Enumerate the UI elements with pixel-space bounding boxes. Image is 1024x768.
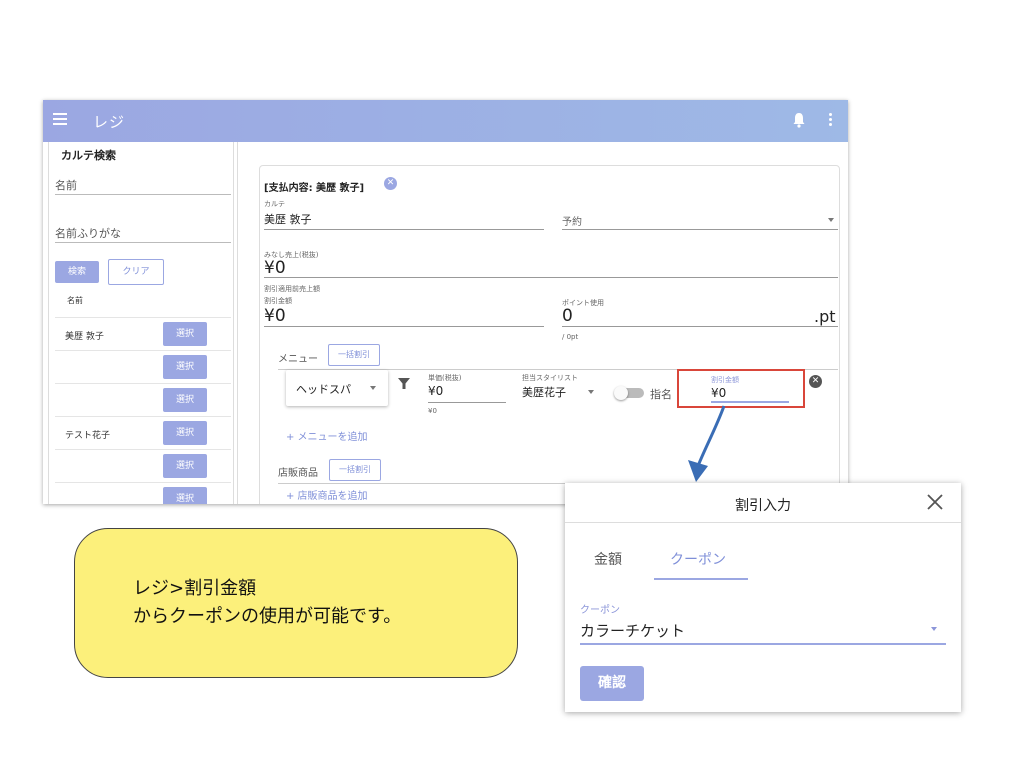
active-tab-indicator bbox=[654, 578, 748, 580]
unit-price-hint: ¥0 bbox=[428, 407, 437, 415]
discount-field[interactable]: ¥0 bbox=[264, 306, 544, 327]
reservation-label: 予約 bbox=[562, 217, 582, 228]
chevron-down-icon bbox=[828, 218, 834, 222]
remove-menu-icon[interactable]: ✕ bbox=[809, 375, 822, 388]
row-discount-label: 割引金額 bbox=[711, 376, 739, 384]
payment-main-area: [支払内容: 美歴 敦子] ✕ カルテ 美歴 敦子 予約 みなし売上(税抜) ¥… bbox=[237, 142, 848, 504]
customer-name: 美歴 敦子 bbox=[65, 332, 104, 342]
name-input[interactable]: 名前 bbox=[55, 173, 231, 195]
select-button[interactable]: 選択 bbox=[163, 355, 207, 379]
toggle-knob bbox=[614, 386, 628, 400]
search-button[interactable]: 検索 bbox=[55, 261, 99, 283]
points-value: 0 bbox=[562, 306, 573, 326]
menu-section-label: メニュー bbox=[278, 354, 318, 365]
reservation-select[interactable]: 予約 bbox=[562, 208, 838, 230]
karte-value: 美歴 敦子 bbox=[264, 213, 312, 226]
dialog-title: 割引入力 bbox=[735, 498, 791, 514]
bell-icon[interactable] bbox=[792, 112, 806, 128]
select-button[interactable]: 選択 bbox=[163, 388, 207, 412]
app-bar: レジ bbox=[43, 100, 848, 142]
menu-item-select[interactable]: ヘッドスパ bbox=[286, 370, 388, 406]
nominate-label: 指名 bbox=[650, 388, 672, 401]
more-vert-icon[interactable] bbox=[829, 113, 833, 127]
select-button[interactable]: 選択 bbox=[163, 421, 207, 445]
menu-item-value: ヘッドスパ bbox=[296, 383, 351, 396]
dialog-divider bbox=[565, 522, 961, 523]
filter-icon[interactable] bbox=[398, 378, 410, 390]
coupon-select[interactable]: カラーチケット bbox=[580, 620, 685, 641]
select-button[interactable]: 選択 bbox=[163, 454, 207, 478]
row-discount-value: ¥0 bbox=[711, 386, 727, 400]
coupon-underline bbox=[580, 643, 946, 645]
name-kana-input[interactable]: 名前ふりがな bbox=[55, 221, 231, 243]
minashi-field: ¥0 bbox=[264, 258, 838, 278]
list-item: 選択 bbox=[55, 350, 231, 383]
products-section-label: 店販商品 bbox=[278, 468, 318, 479]
remove-customer-icon[interactable]: ✕ bbox=[384, 177, 397, 190]
products-bulk-discount-button[interactable]: 一括割引 bbox=[329, 459, 381, 481]
row-discount-field[interactable]: ¥0 bbox=[711, 385, 789, 403]
add-menu-link[interactable]: + メニューを追加 bbox=[286, 428, 368, 443]
stylist-label: 担当スタイリスト bbox=[522, 374, 578, 382]
tab-amount[interactable]: 金額 bbox=[594, 549, 622, 569]
clear-button[interactable]: クリア bbox=[108, 259, 164, 285]
points-unit: .pt bbox=[814, 307, 836, 326]
confirm-button[interactable]: 確認 bbox=[580, 666, 644, 701]
minashi-value: ¥0 bbox=[264, 258, 286, 278]
points-hint: / 0pt bbox=[562, 333, 579, 341]
app-title: レジ bbox=[93, 113, 126, 131]
list-item: 選択 bbox=[55, 449, 231, 482]
pre-discount-label: 割引適用前売上額 bbox=[264, 285, 320, 293]
list-item: 選択 bbox=[55, 482, 231, 504]
annotation-callout: レジ>割引金額 からクーポンの使用が可能です。 bbox=[74, 528, 518, 678]
karte-search-sidebar: カルテ検索 名前 名前ふりがな 検索 クリア 名前 美歴 敦子 選択 選択 選択… bbox=[48, 142, 234, 504]
list-header-name: 名前 bbox=[67, 296, 83, 305]
stylist-select[interactable]: 美歴花子 bbox=[522, 384, 602, 400]
discount-value: ¥0 bbox=[264, 306, 286, 326]
payment-header: [支払内容: 美歴 敦子] bbox=[264, 183, 365, 194]
hamburger-menu-icon[interactable] bbox=[53, 113, 67, 129]
unit-price-value: ¥0 bbox=[428, 384, 444, 398]
chevron-down-icon bbox=[588, 390, 594, 394]
select-button[interactable]: 選択 bbox=[163, 322, 207, 346]
stylist-value: 美歴花子 bbox=[522, 386, 566, 399]
list-item: 選択 bbox=[55, 383, 231, 416]
list-item: テスト花子 選択 bbox=[55, 416, 231, 449]
close-icon[interactable] bbox=[925, 492, 945, 512]
discount-input-dialog: 割引入力 金額 クーポン クーポン カラーチケット 確認 bbox=[565, 483, 961, 712]
customer-name: テスト花子 bbox=[65, 431, 111, 441]
karte-field[interactable]: 美歴 敦子 bbox=[264, 208, 544, 230]
discount-label: 割引金額 bbox=[264, 297, 292, 305]
chevron-down-icon bbox=[370, 386, 376, 390]
tab-coupon[interactable]: クーポン bbox=[670, 549, 726, 569]
payment-card: [支払内容: 美歴 敦子] ✕ カルテ 美歴 敦子 予約 みなし売上(税抜) ¥… bbox=[259, 165, 840, 504]
annotation-text: レジ>割引金額 からクーポンの使用が可能です。 bbox=[133, 578, 402, 627]
coupon-label: クーポン bbox=[580, 605, 620, 616]
select-button[interactable]: 選択 bbox=[163, 487, 207, 504]
chevron-down-icon[interactable] bbox=[931, 627, 937, 631]
menu-bulk-discount-button[interactable]: 一括割引 bbox=[328, 344, 380, 366]
add-product-link[interactable]: + 店販商品を追加 bbox=[286, 487, 368, 502]
list-item: 美歴 敦子 選択 bbox=[55, 317, 231, 350]
points-field[interactable]: 0 .pt bbox=[562, 306, 838, 327]
nominate-toggle[interactable] bbox=[614, 386, 644, 400]
unit-price-field[interactable]: ¥0 bbox=[428, 382, 506, 403]
karte-search-title: カルテ検索 bbox=[61, 149, 116, 162]
pointer-arrow bbox=[688, 405, 726, 482]
